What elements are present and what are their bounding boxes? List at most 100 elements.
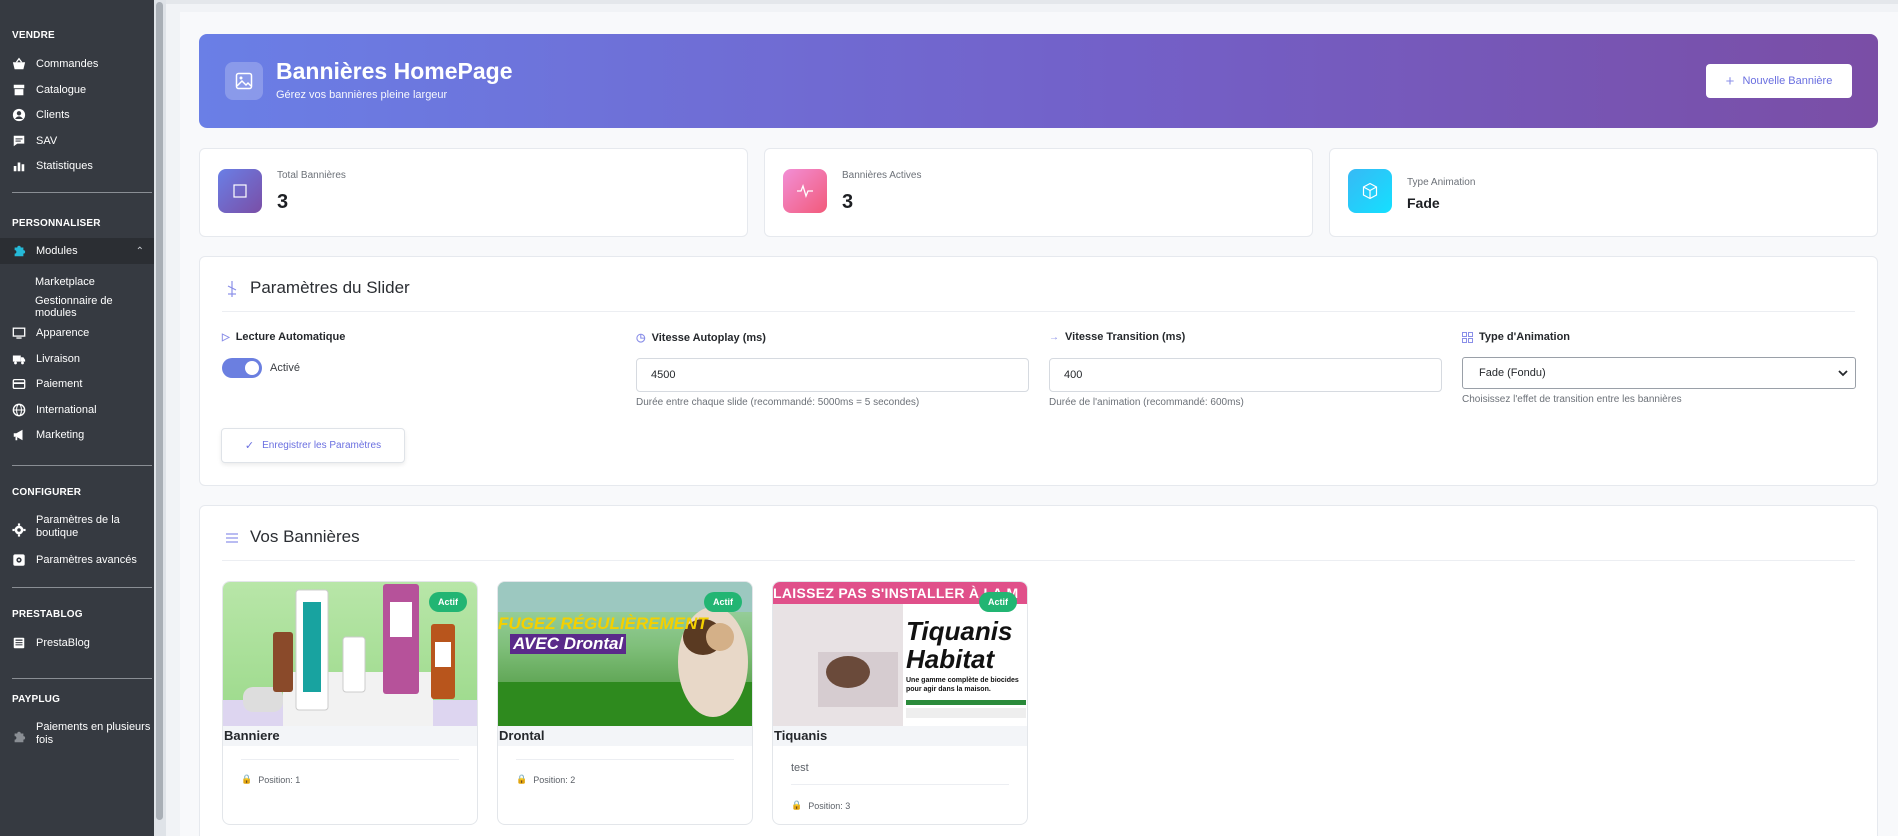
grid-icon: [1462, 331, 1473, 343]
label-text: Type d'Animation: [1479, 331, 1571, 343]
banner-image: FUGEZ RÉGULIÈREMENT AVEC Drontal Actif: [498, 582, 752, 726]
speed-label: ◷ Vitesse Autoplay (ms): [636, 331, 766, 345]
divider: [222, 311, 1855, 312]
autoplay-state: Activé: [270, 362, 300, 374]
sidebar-item-commandes[interactable]: Commandes: [12, 57, 98, 71]
banner-name: Banniere: [223, 726, 477, 746]
sidebar-item-modules[interactable]: Modules ⌃: [0, 238, 154, 264]
list-icon: [226, 533, 238, 543]
sidebar-item-label: Apparence: [36, 327, 90, 339]
newspaper-icon: [13, 637, 25, 649]
divider: [222, 560, 1855, 561]
banner-tagline: Une gamme complète de biocides pour agir…: [906, 677, 1019, 693]
sidebar-item-livraison[interactable]: Livraison: [12, 352, 80, 366]
divider: [12, 192, 152, 193]
chat-icon: [13, 135, 25, 147]
sidebar-item-international[interactable]: International: [12, 403, 97, 417]
section-title: Vos Bannières: [250, 527, 360, 546]
transition-help: Durée de l'animation (recommandé: 600ms): [1049, 397, 1244, 408]
lock-icon: 🔒: [241, 774, 253, 784]
sidebar-item-statistiques[interactable]: Statistiques: [12, 159, 93, 173]
chevron-up-icon: ⌃: [135, 245, 144, 257]
truck-icon: [12, 355, 26, 365]
sidebar-item-apparence[interactable]: Apparence: [12, 326, 89, 340]
sidebar-item-label: Livraison: [36, 353, 81, 365]
section-vendre: VENDRE: [12, 30, 55, 41]
transition-speed-input[interactable]: [1049, 358, 1442, 392]
button-label: Nouvelle Bannière: [1742, 75, 1833, 87]
banner-position: 🔒 Position: 2: [516, 774, 575, 785]
transition-label: → Vitesse Transition (ms): [1049, 331, 1185, 343]
banner-headline: FUGEZ RÉGULIÈREMENT: [498, 614, 708, 633]
status-badge: Actif: [979, 592, 1017, 612]
section-payplug: PAYPLUG: [12, 694, 61, 705]
puzzle-icon: [14, 731, 26, 743]
banner-name: Drontal: [498, 726, 752, 746]
sidebar-item-label: Paiements en plusieurs fois: [36, 721, 150, 747]
autoplay-toggle[interactable]: [222, 358, 262, 378]
banner-card[interactable]: Actif Banniere 🔒 Position: 1: [222, 581, 478, 825]
sidebar-item-label: Paramètres avancés: [36, 554, 137, 566]
sidebar-item-label: Clients: [36, 109, 70, 121]
activity-icon: [783, 169, 827, 213]
banner-image: Actif: [223, 582, 477, 726]
sidebar-item-parametres-boutique[interactable]: Paramètres de la boutique: [12, 514, 120, 540]
new-banner-button[interactable]: + Nouvelle Bannière: [1706, 64, 1852, 98]
store-icon: [13, 84, 25, 96]
sliders-icon: [227, 281, 237, 297]
stat-value: Fade: [1407, 195, 1440, 211]
sidebar-scrollbar[interactable]: [154, 0, 166, 836]
button-label: Enregistrer les Paramètres: [262, 440, 382, 451]
stat-label: Bannières Actives: [842, 170, 922, 181]
sidebar-item-label: Commandes: [36, 58, 99, 70]
user-circle-icon: [12, 108, 26, 122]
banner-description: test: [791, 762, 809, 774]
banner-card[interactable]: LAISSEZ PAS S'INSTALLER À LA M Tiquanis …: [772, 581, 1028, 825]
sidebar-item-parametres-avances[interactable]: Paramètres avancés: [12, 553, 137, 567]
save-settings-button[interactable]: ✓ Enregistrer les Paramètres: [221, 428, 405, 463]
clock-icon: ◷: [636, 332, 646, 344]
puzzle-icon: [14, 245, 26, 257]
status-badge: Actif: [429, 592, 467, 612]
divider: [791, 784, 1009, 785]
position-text: Position: 2: [533, 774, 576, 785]
banner-image: LAISSEZ PAS S'INSTALLER À LA M Tiquanis …: [773, 582, 1027, 726]
sidebar-item-paiement[interactable]: Paiement: [12, 377, 82, 391]
status-badge: Actif: [704, 592, 742, 612]
stat-card-total: Total Bannières 3: [199, 148, 748, 237]
label-line-1: Paramètres de la: [36, 514, 120, 526]
sidebar-item-catalogue[interactable]: Catalogue: [12, 83, 86, 97]
scrollbar-thumb[interactable]: [156, 2, 163, 820]
sidebar-item-marketing[interactable]: Marketing: [12, 428, 84, 442]
sidebar-item-label: Paramètres de la boutique: [36, 514, 120, 540]
stat-card-animation: Type Animation Fade: [1329, 148, 1878, 237]
select-value: Fade (Fondu): [1479, 367, 1546, 379]
sidebar-item-label: Statistiques: [36, 160, 93, 172]
stat-card-active: Bannières Actives 3: [764, 148, 1313, 237]
label-text: Vitesse Transition (ms): [1065, 331, 1186, 343]
animation-help: Choisissez l'effet de transition entre l…: [1462, 394, 1682, 405]
sidebar-item-prestablog[interactable]: PrestaBlog: [12, 636, 90, 650]
topbar: [166, 0, 1898, 4]
sidebar-subitem-gestionnaire[interactable]: Gestionnaire de modules: [35, 295, 154, 319]
sidebar-subitem-marketplace[interactable]: Marketplace: [35, 276, 95, 288]
animation-type-select[interactable]: Fade (Fondu): [1462, 357, 1856, 389]
speed-help: Durée entre chaque slide (recommandé: 50…: [636, 397, 920, 408]
banner-card[interactable]: FUGEZ RÉGULIÈREMENT AVEC Drontal Actif D…: [497, 581, 753, 825]
divider: [12, 587, 152, 588]
bar-chart-icon: [13, 162, 25, 172]
label-text: Vitesse Autoplay (ms): [651, 331, 766, 344]
image-icon: [225, 62, 263, 100]
sidebar-item-clients[interactable]: Clients: [12, 108, 70, 122]
divider: [12, 465, 152, 466]
sidebar-item-sav[interactable]: SAV: [12, 134, 57, 148]
divider: [241, 759, 459, 760]
label-line-2: fois: [36, 734, 54, 746]
check-icon: ✓: [244, 440, 255, 452]
autoplay-speed-input[interactable]: [636, 358, 1029, 392]
sidebar-item-paiements-plusieurs[interactable]: Paiements en plusieurs fois: [12, 721, 150, 747]
basket-icon: [12, 57, 26, 70]
globe-icon: [12, 403, 26, 417]
megaphone-icon: [13, 429, 23, 441]
sidebar-item-label: Paiement: [36, 378, 83, 390]
